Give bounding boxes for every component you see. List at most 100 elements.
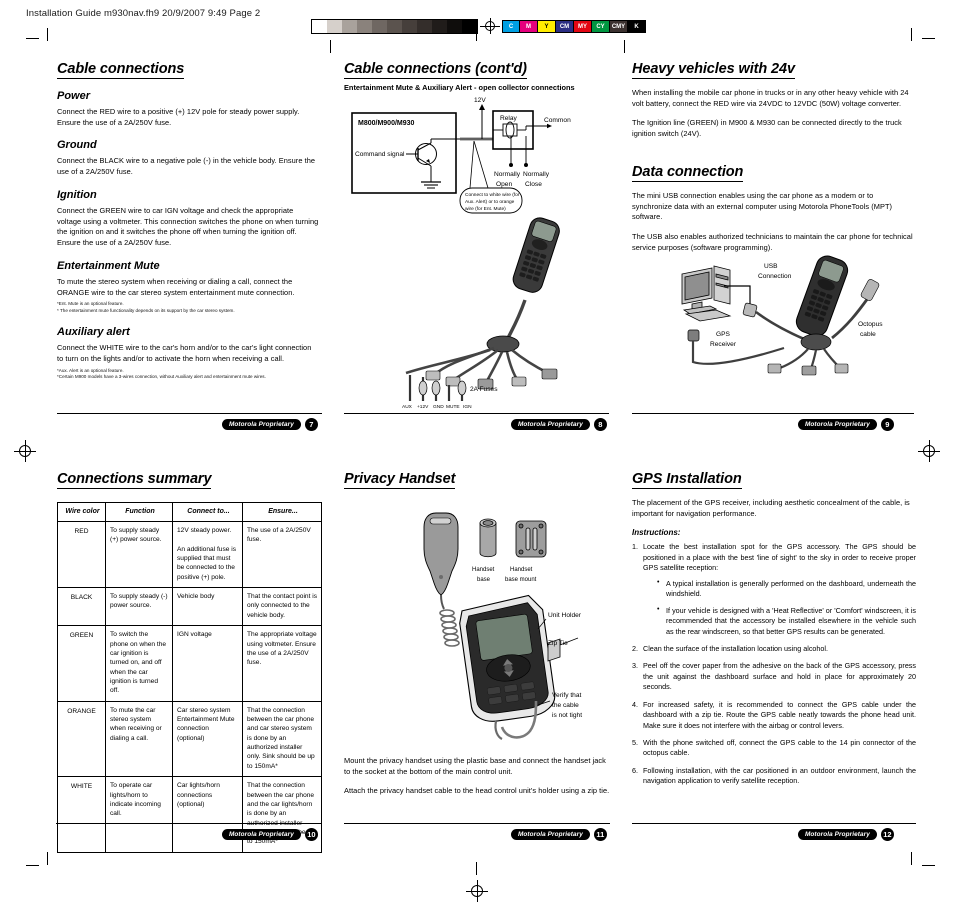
grayscale-swatch [462,19,477,33]
cmyk-swatch-my: MY [574,19,592,33]
section-title-data-connection: Data connection [632,163,744,182]
page-title: Cable connections [57,61,185,79]
cmyk-swatch-c: C [502,19,520,33]
gps-bullet: A typical installation is generally perf… [657,578,916,600]
heading-auxiliary-alert: Auxiliary alert [57,326,130,339]
diagram-normally-open-label-1: Normally [494,171,521,178]
heading-ground: Ground [57,139,97,152]
grayscale-swatch [417,19,432,33]
page-number: 9 [880,418,894,431]
gps-step: With the phone switched off, connect the… [632,738,916,759]
cell-connect-to: Vehicle body [172,587,243,627]
paragraph-power: Connect the RED wire to a positive (+) 1… [57,107,300,127]
proprietary-label: Motorola Proprietary [222,418,301,431]
handset-base-label-2: base [477,577,491,583]
footer-badge-8: Motorola Proprietary 8 [344,413,609,431]
connector-label-gnd: GND [433,404,444,410]
paragraph-ground: Connect the BLACK wire to a negative pol… [57,156,316,177]
panel-privacy-handset: Privacy Handset [344,470,612,498]
handset-base-mount-label-2: base mount [505,577,537,583]
usb-connection-label-1: USB [764,263,778,270]
page-number: 7 [304,418,318,431]
heading-power: Power [57,90,91,102]
gps-step-bullets: A typical installation is generally perf… [657,578,916,637]
grayscale-swatch [432,19,447,33]
page-number: 12 [880,828,894,841]
paragraph-heavy-2: The Ignition line (GREEN) in M900 & M930… [632,118,902,139]
page-number: 8 [593,418,607,431]
cell-wire-color: BLACK [57,587,106,627]
panel-connections-summary: Connections summary Wire color Function … [57,470,325,853]
diagram-unit-label: M800/M900/M930 [358,120,415,127]
crop-mark [26,38,39,39]
diagram-command-signal-label: Command signal [355,151,405,158]
cmyk-swatch-cy: CY [592,19,610,33]
connector-label-mute: MUTE [446,404,460,410]
gps-step: Locate the best installation spot for th… [632,542,916,637]
heading-entertainment-mute: Entertainment Mute [57,259,160,272]
unit-holder-label: Unit Holder [548,612,582,619]
page-title: Privacy Handset [344,471,456,489]
cmyk-swatch-strip: C M Y CM MY CY CMY K [502,19,646,33]
cell-ensure: That the connection between the car phon… [242,700,322,778]
paragraph-privacy-1: Mount the privacy handset using the plas… [344,756,606,776]
crop-mark [26,865,39,866]
gps-step-text: Following installation, with the car pos… [643,765,916,786]
crop-mark [911,28,912,41]
grayscale-swatch [327,19,342,33]
gps-bullet: If your vehicle is designed with a 'Heat… [657,605,916,637]
grayscale-swatch [387,19,402,33]
grayscale-swatch [402,19,417,33]
octopus-cable-label-1: Octopus [858,321,883,328]
gps-step-text: For increased safety, it is recommended … [643,699,916,730]
cell-ensure: The use of a 2A/250V fuse. [242,520,322,589]
paragraph-auxiliary-alert: Connect the WHITE wire to the car's horn… [57,343,312,363]
diagram-normally-close-label-1: Normally [523,171,550,178]
table-row: RED To supply steady (+) power source. 12V… [57,520,322,589]
diagram-callout-line1: Connect to white wire (for [465,192,520,198]
diagram-common-label: Common [544,117,571,124]
privacy-handset-illustration: Handset base Handset base mount Unit Hol… [398,505,613,750]
proprietary-label: Motorola Proprietary [798,418,877,431]
diagram-relay-label: Relay [500,115,518,122]
table-row: GREEN To switch the phone on when the car… [57,625,322,702]
panel-cable-connections-contd: Cable connections (cont'd) Entertainment… [344,60,612,98]
note-aux-alert-2: *Certain M900 models have a 3-wires conn… [57,374,266,380]
print-control-bar: C M Y CM MY CY CMY K [311,18,646,34]
connector-label-ign: IGN [463,404,472,410]
proprietary-label: Motorola Proprietary [222,828,301,841]
note-ent-mute-2: * The entertainment mute functionality d… [57,308,235,314]
cmyk-swatch-cm: CM [556,19,574,33]
cell-function: To supply steady (-) power source. [105,587,173,627]
note-ent-mute-1: *Ent. Mute is an optional feature. [57,301,124,307]
cell-wire-color: GREEN [57,625,106,702]
cell-connect-to: 12V steady power. An additional fuse is s… [172,520,243,589]
panel-heavy-vehicles: Heavy vehicles with 24v When installing … [632,60,914,256]
crop-mark [911,852,912,865]
heading-ignition: Ignition [57,188,97,201]
crop-mark [476,862,477,875]
cell-connect-to: IGN voltage [172,625,243,702]
footer-badge-9: Motorola Proprietary 9 [632,413,914,431]
handset-base-mount-label-1: Handset [510,567,533,573]
handset-base-label-1: Handset [472,567,495,573]
gps-step: For increased safety, it is recommended … [632,700,916,731]
registration-mark-icon [918,440,940,462]
fuses-label: 2A Fuses [470,386,498,393]
gps-step: Clean the surface of the installation lo… [632,644,916,655]
column-header-wire-color: Wire color [57,502,106,522]
panel-subtitle: Entertainment Mute & Auxiliary Alert - o… [344,83,575,92]
paragraph-gps-intro: The placement of the GPS receiver, inclu… [632,498,910,518]
cell-function: To switch the phone on when the car igni… [105,625,173,702]
connections-summary-table: Wire color Function Connect to... Ensure… [57,502,322,853]
column-header-ensure: Ensure... [242,502,322,522]
gps-steps-list: Locate the best installation spot for th… [632,542,916,786]
crop-mark [624,40,625,53]
panel-cable-connections: Cable connections Power Connect the RED … [57,60,319,381]
column-header-function: Function [105,502,173,522]
proprietary-label: Motorola Proprietary [511,418,590,431]
cell-ensure: The appropriate voltage using voltmeter.… [242,625,322,702]
page-number: 10 [304,828,318,841]
table-row: BLACK To supply steady (-) power source. V… [57,587,322,627]
gps-receiver-label-1: GPS [716,331,731,338]
